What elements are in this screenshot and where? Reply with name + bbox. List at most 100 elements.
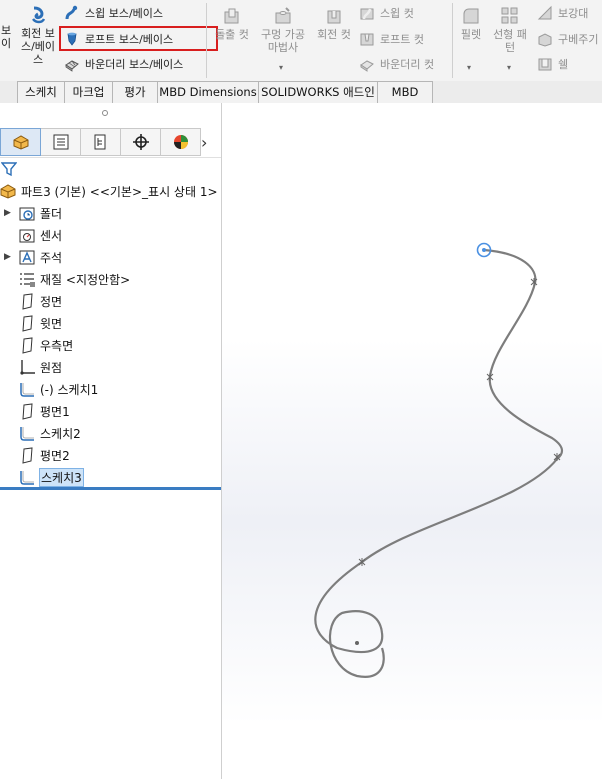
lofted-cut-label: 로프트 컷 [380, 33, 424, 46]
rollback-bar[interactable] [0, 487, 221, 490]
property-list-icon [53, 134, 68, 150]
chevron-down-icon[interactable]: ▾ [467, 63, 471, 72]
sketch-icon [19, 425, 36, 442]
spline-end-point[interactable] [355, 641, 359, 645]
linear-pattern-icon [500, 6, 520, 26]
spline-point-marker [486, 373, 494, 381]
tab-configuration-manager[interactable] [81, 128, 121, 156]
tree-item-sketch1[interactable]: (-) 스케치1 [19, 379, 98, 399]
tree-item-plane2[interactable]: 평면2 [19, 445, 70, 465]
tree-item-sketch2[interactable]: 스케치2 [19, 423, 81, 443]
filter-icon[interactable] [1, 161, 17, 177]
hole-wizard-button[interactable]: 구멍 가공 마법사 [257, 6, 309, 54]
tree-item-sketch3[interactable]: 스케치3 [19, 467, 84, 487]
boundary-icon [64, 56, 80, 72]
tree-item-plane1[interactable]: 평면1 [19, 401, 70, 421]
lofted-cut-button[interactable]: 로프트 컷 [359, 28, 424, 50]
boundary-boss-button[interactable]: 바운더리 보스/베이스 [64, 53, 183, 75]
revolved-cut-button[interactable]: 회전 컷 [313, 6, 355, 41]
tree-item-label: 정면 [40, 294, 63, 309]
wrap-button[interactable]: 구베주기 [537, 28, 598, 50]
tree-item-origin[interactable]: 원점 [19, 357, 62, 377]
tree-item-label: 평면2 [40, 448, 70, 463]
spline-point-marker [358, 558, 366, 566]
tree-item-label: 우측면 [40, 338, 74, 353]
linear-pattern-button[interactable]: 선형 패 턴 [490, 6, 530, 54]
feature-tree-filter[interactable] [0, 157, 221, 182]
tab-display-manager[interactable] [161, 128, 201, 156]
chevron-right-icon[interactable]: › [201, 133, 207, 152]
command-manager-ribbon: 보 이 회전 보 스/베이 스 스윕 보스/베이스 로프트 보스/베이스 바운더… [0, 0, 602, 82]
lofted-cut-icon [359, 31, 375, 47]
revolved-boss-label: 회전 보 스/베이 스 [20, 27, 56, 66]
ribbon-clipped-item[interactable]: 보 이 [0, 24, 12, 50]
loft-highlight-box [59, 26, 218, 51]
tree-item-folder[interactable]: ▶ 폴더 [4, 203, 63, 223]
sketch-icon [19, 381, 36, 398]
tree-item-right-plane[interactable]: 우측면 [19, 335, 73, 355]
rib-button[interactable]: 보강대 [537, 2, 588, 24]
revolved-cut-label: 회전 컷 [317, 28, 351, 41]
plane-icon [19, 402, 36, 420]
tree-item-label: 평면1 [40, 404, 70, 419]
tab-mbd[interactable]: MBD [378, 81, 433, 104]
tree-item-label: 폴더 [40, 206, 63, 221]
swept-cut-label: 스윕 컷 [380, 7, 414, 20]
rib-label: 보강대 [558, 7, 589, 20]
revolved-boss-button[interactable]: 회전 보 스/베이 스 [16, 5, 60, 66]
sketch-viewport[interactable] [222, 103, 602, 779]
part-icon [0, 183, 17, 200]
shell-icon [537, 56, 553, 72]
tab-mbd-dimensions[interactable]: MBD Dimensions [158, 81, 259, 104]
graphics-area[interactable] [222, 103, 602, 779]
tree-item-front-plane[interactable]: 정면 [19, 291, 62, 311]
fillet-button[interactable]: 필렛 [456, 6, 486, 41]
boundary-cut-icon [359, 56, 375, 72]
plane-icon [19, 292, 36, 310]
tab-property-manager[interactable] [41, 128, 81, 156]
boundary-cut-label: 바운더리 컷 [380, 58, 435, 71]
tree-item-annotations[interactable]: ▶ 주석 [4, 247, 63, 267]
rib-icon [537, 5, 553, 21]
extruded-cut-button[interactable]: 돌출 컷 [211, 6, 253, 41]
tree-item-top-plane[interactable]: 윗면 [19, 313, 62, 333]
chevron-down-icon[interactable]: ▾ [507, 63, 511, 72]
tree-item-sensors[interactable]: 센서 [19, 225, 62, 245]
sweep-icon [64, 5, 80, 21]
swept-cut-icon [359, 5, 375, 21]
wrap-label: 구베주기 [558, 33, 599, 46]
expand-arrow-icon[interactable]: ▶ [4, 208, 11, 218]
tree-root-part[interactable]: 파트3 (기본) <<기본>_표시 상태 1> [0, 181, 218, 201]
chevron-down-icon[interactable]: ▾ [279, 63, 283, 72]
plane-icon [19, 314, 36, 332]
fillet-icon [461, 6, 481, 26]
ribbon-separator [452, 3, 453, 78]
tree-item-label: 스케치2 [40, 426, 81, 441]
tree-item-material[interactable]: 재질 <지정안함> [19, 269, 130, 289]
plane-icon [19, 336, 36, 354]
sketch-icon [19, 469, 36, 486]
tree-item-label: 스케치3 [39, 467, 84, 487]
expand-arrow-icon[interactable]: ▶ [4, 252, 11, 262]
fillet-label: 필렛 [460, 28, 482, 41]
tree-item-label: 윗면 [40, 316, 63, 331]
command-manager-tabs: 스케치 마크업 평가 MBD Dimensions SOLIDWORKS 애드인… [0, 81, 602, 104]
tab-feature-manager[interactable] [0, 128, 41, 156]
boundary-boss-label: 바운더리 보스/베이스 [85, 58, 184, 71]
tab-markup[interactable]: 마크업 [65, 81, 113, 104]
panel-grip-handle[interactable] [102, 110, 108, 116]
tab-dimxpert-manager[interactable] [121, 128, 161, 156]
sketch-spline-curve[interactable] [314, 248, 564, 678]
shell-button[interactable]: 쉘 [537, 53, 568, 75]
swept-boss-button[interactable]: 스윕 보스/베이스 [64, 2, 163, 24]
material-icon [19, 271, 36, 288]
tree-item-label: 주석 [40, 250, 63, 265]
tab-evaluate[interactable]: 평가 [113, 81, 158, 104]
plane-icon [19, 446, 36, 464]
swept-cut-button[interactable]: 스윕 컷 [359, 2, 414, 24]
linear-pattern-label: 선형 패 턴 [493, 28, 527, 54]
boundary-cut-button[interactable]: 바운더리 컷 [359, 53, 434, 75]
tab-sketch[interactable]: 스케치 [17, 81, 65, 104]
tab-solidworks-addins[interactable]: SOLIDWORKS 애드인 [259, 81, 378, 104]
feature-manager-panel: › 파트3 (기본) <<기본>_표시 상태 1> ▶ 폴더 센서 ▶ 주석 재… [0, 103, 222, 779]
